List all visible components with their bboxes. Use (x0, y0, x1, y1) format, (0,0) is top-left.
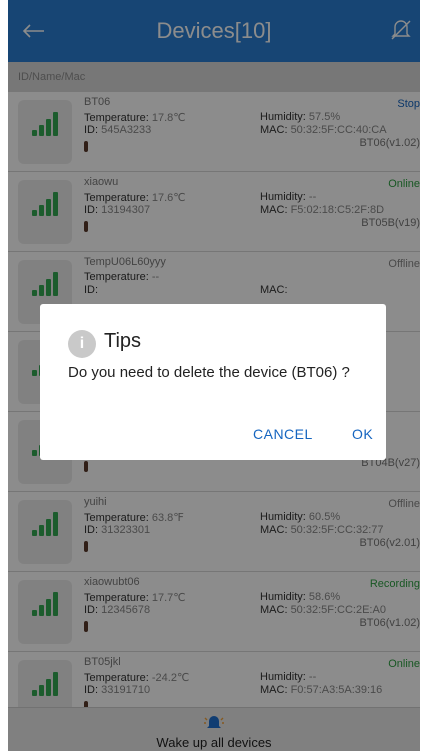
ok-button[interactable]: OK (352, 426, 373, 442)
delete-dialog: i Tips Do you need to delete the device … (40, 304, 386, 460)
dialog-title: Tips (104, 330, 142, 352)
cancel-button[interactable]: CANCEL (253, 426, 313, 442)
phone-screen: Devices[10] ID/Name/Mac BT06 Stop Temperat… (8, 0, 420, 751)
dialog-message: Do you need to delete the device (BT06) … (68, 364, 350, 381)
info-icon: i (68, 330, 96, 358)
